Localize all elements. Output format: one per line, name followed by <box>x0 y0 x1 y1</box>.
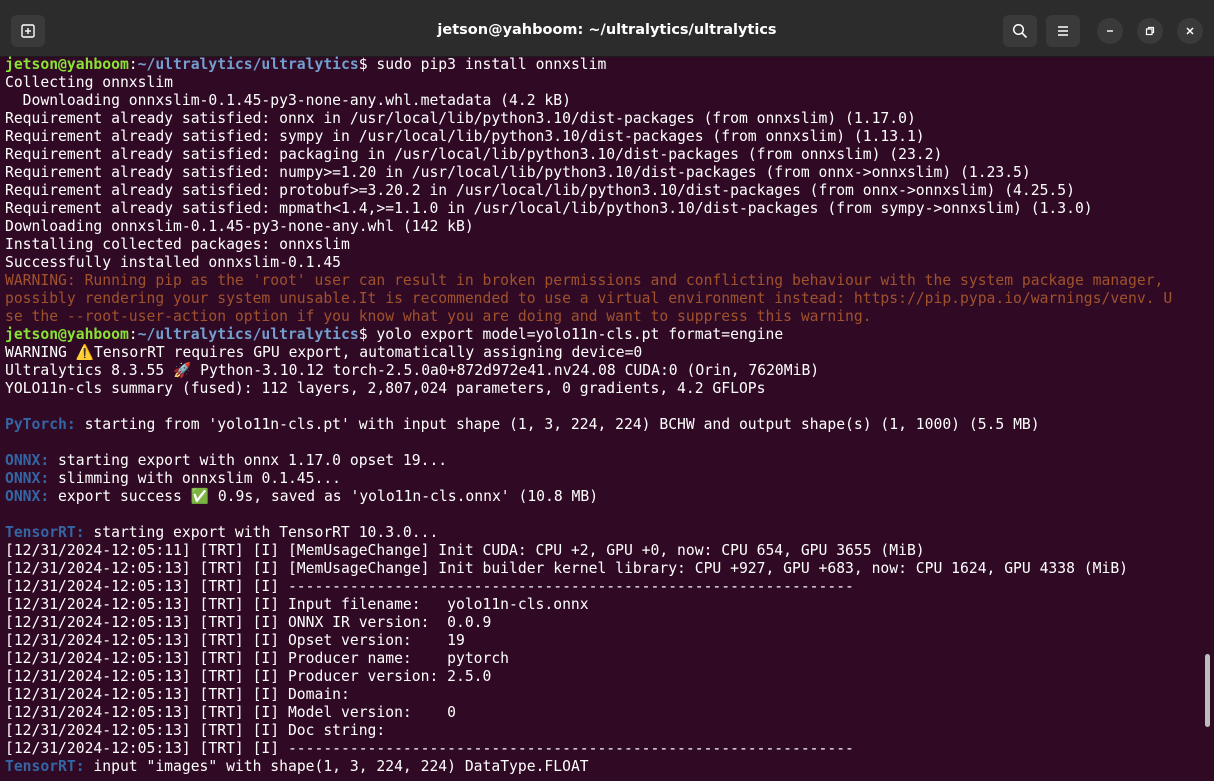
terminal-line: [12/31/2024-12:05:13] [TRT] [I] Domain: <box>5 686 350 703</box>
terminal-line: ONNX: starting export with onnx 1.17.0 o… <box>5 452 1195 470</box>
terminal-window: jetson@yahboom: ~/ultralytics/ultralytic… <box>0 0 1214 781</box>
terminal-line: [12/31/2024-12:05:13] [TRT] [I] Model ve… <box>5 704 456 721</box>
log-text: starting export with TensorRT 10.3.0... <box>84 524 439 541</box>
command-text: $ yolo export model=yolo11n-cls.pt forma… <box>358 326 784 343</box>
search-button[interactable] <box>1003 15 1037 47</box>
terminal-line: WARNING ⚠️TensorRT requires GPU export, … <box>5 344 643 361</box>
log-text: input "images" with shape(1, 3, 224, 224… <box>84 758 589 775</box>
menu-button[interactable] <box>1046 15 1080 47</box>
minimize-icon <box>1107 30 1113 32</box>
log-text: slimming with onnxslim 0.1.45... <box>49 470 342 487</box>
terminal-line: jetson@yahboom:~/ultralytics/ultralytics… <box>5 326 1195 344</box>
log-text: starting export with onnx 1.17.0 opset 1… <box>49 452 448 469</box>
prompt-path: ~/ultralytics/ultralytics <box>137 56 359 73</box>
terminal-line: Ultralytics 8.3.55 🚀 Python-3.10.12 torc… <box>5 362 820 379</box>
terminal-line: PyTorch: starting from 'yolo11n-cls.pt' … <box>5 416 1195 434</box>
terminal-line: Requirement already satisfied: protobuf>… <box>5 182 1075 199</box>
warning-line: possibly rendering your system unusable.… <box>5 290 1173 307</box>
onnx-tag: ONNX: <box>5 470 50 487</box>
terminal-line: [12/31/2024-12:05:13] [TRT] [I] Producer… <box>5 650 510 667</box>
minimize-button[interactable] <box>1097 18 1123 44</box>
close-icon <box>1186 27 1194 35</box>
terminal-line: ONNX: export success ✅ 0.9s, saved as 'y… <box>5 488 1195 506</box>
onnx-tag: ONNX: <box>5 488 50 505</box>
terminal-line: TensorRT: input "images" with shape(1, 3… <box>5 758 1195 776</box>
terminal-line: Downloading onnxslim-0.1.45-py3-none-any… <box>5 92 571 109</box>
prompt-user: jetson@yahboom <box>5 326 129 343</box>
terminal-line: [12/31/2024-12:05:13] [TRT] [I] Opset ve… <box>5 632 465 649</box>
log-text: export success ✅ 0.9s, saved as 'yolo11n… <box>49 488 599 505</box>
warning-line: se the --root-user-action option if you … <box>5 308 872 325</box>
terminal-line: [12/31/2024-12:05:11] [TRT] [I] [MemUsag… <box>5 542 925 559</box>
terminal-line: [12/31/2024-12:05:13] [TRT] [I] Producer… <box>5 668 492 685</box>
terminal-output[interactable]: jetson@yahboom:~/ultralytics/ultralytics… <box>5 56 1195 781</box>
terminal-line: Requirement already satisfied: mpmath<1.… <box>5 200 1093 217</box>
tensorrt-tag: TensorRT: <box>5 524 85 541</box>
tensorrt-tag: TensorRT: <box>5 758 85 775</box>
terminal-line: YOLO11n-cls summary (fused): 112 layers,… <box>5 380 766 397</box>
onnx-tag: ONNX: <box>5 452 50 469</box>
warning-line: WARNING: Running pip as the 'root' user … <box>5 272 1164 289</box>
prompt-user: jetson@yahboom <box>5 56 129 73</box>
terminal-line: ONNX: slimming with onnxslim 0.1.45... <box>5 470 1195 488</box>
pytorch-tag: PyTorch: <box>5 416 76 433</box>
terminal-line: [12/31/2024-12:05:13] [TRT] [I] --------… <box>5 740 854 757</box>
terminal-line: Requirement already satisfied: numpy>=1.… <box>5 164 1031 181</box>
prompt-path: ~/ultralytics/ultralytics <box>137 326 359 343</box>
log-text: starting from 'yolo11n-cls.pt' with inpu… <box>75 416 1040 433</box>
command-text: $ sudo pip3 install onnxslim <box>358 56 607 73</box>
restore-button[interactable] <box>1137 18 1163 44</box>
restore-icon <box>1145 26 1155 36</box>
search-icon <box>1012 23 1028 39</box>
titlebar: jetson@yahboom: ~/ultralytics/ultralytic… <box>0 0 1214 57</box>
close-button[interactable] <box>1177 18 1203 44</box>
terminal-line: [12/31/2024-12:05:13] [TRT] [I] Input fi… <box>5 596 589 613</box>
terminal-line: jetson@yahboom:~/ultralytics/ultralytics… <box>5 56 1195 74</box>
terminal-line: Requirement already satisfied: sympy in … <box>5 128 925 145</box>
prompt-colon: : <box>128 326 138 343</box>
terminal-line: Collecting onnxslim <box>5 74 174 91</box>
terminal-line: Installing collected packages: onnxslim <box>5 236 350 253</box>
terminal-line: [12/31/2024-12:05:13] [TRT] [I] --------… <box>5 578 854 595</box>
terminal-line: Successfully installed onnxslim-0.1.45 <box>5 254 342 271</box>
hamburger-menu-icon <box>1058 26 1068 36</box>
terminal-line: Requirement already satisfied: onnx in /… <box>5 110 916 127</box>
terminal-line: Requirement already satisfied: packaging… <box>5 146 943 163</box>
terminal-line: [12/31/2024-12:05:13] [TRT] [I] ONNX IR … <box>5 614 492 631</box>
prompt-colon: : <box>128 56 138 73</box>
terminal-line: TensorRT: starting export with TensorRT … <box>5 524 1195 542</box>
terminal-line: Downloading onnxslim-0.1.45-py3-none-any… <box>5 218 474 235</box>
terminal-line: [12/31/2024-12:05:13] [TRT] [I] Doc stri… <box>5 722 386 739</box>
scrollbar-thumb[interactable] <box>1205 654 1210 727</box>
terminal-line: [12/31/2024-12:05:13] [TRT] [I] [MemUsag… <box>5 560 1129 577</box>
